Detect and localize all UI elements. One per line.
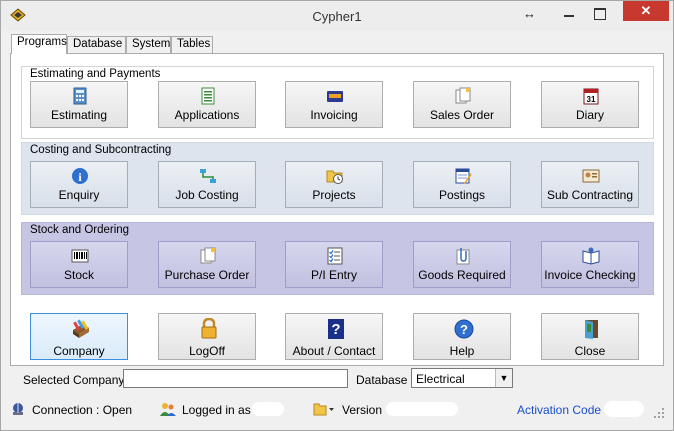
goods-required-button[interactable]: Goods Required <box>413 241 511 288</box>
activation-code-link[interactable]: Activation Code <box>517 403 601 417</box>
group-title: Estimating and Payments <box>30 68 161 80</box>
purchase-order-button[interactable]: Purchase Order <box>158 241 256 288</box>
checklist-icon <box>327 247 343 265</box>
documents-icon <box>455 87 471 104</box>
selected-company-label: Selected Company <box>23 373 125 387</box>
redacted-username <box>252 402 284 416</box>
logged-in-label: Logged in as <box>182 403 251 417</box>
folder-clock-icon <box>326 170 343 184</box>
button-label: Applications <box>174 108 240 122</box>
redacted-activation-code <box>604 401 644 417</box>
help-button[interactable]: ? Help <box>413 313 511 360</box>
maximize-button[interactable] <box>585 3 613 23</box>
group-title: Costing and Subcontracting <box>30 144 172 156</box>
spreadsheet-icon <box>201 87 215 105</box>
stock-button[interactable]: Stock <box>30 241 128 288</box>
button-label: Stock <box>63 268 94 282</box>
button-label: Help <box>449 344 475 358</box>
selected-company-field[interactable] <box>123 369 348 388</box>
group-estimating-payments: Estimating and Payments Estimating Appli… <box>21 66 654 139</box>
sub-contracting-button[interactable]: Sub Contracting <box>541 161 639 208</box>
card-file-icon <box>73 319 89 338</box>
button-label: Goods Required <box>418 268 506 282</box>
svg-text:?: ? <box>460 322 468 337</box>
tab-programs[interactable]: Programs <box>11 34 67 54</box>
about-contact-button[interactable]: ? About / Contact <box>285 313 383 360</box>
button-label: Enquiry <box>58 188 100 202</box>
button-label: Postings <box>438 188 486 202</box>
diary-button[interactable]: 31 Diary <box>541 81 639 128</box>
tab-database[interactable]: Database <box>67 36 126 53</box>
logoff-button[interactable]: LogOff <box>158 313 256 360</box>
database-select[interactable]: Electrical ▼ <box>411 368 513 388</box>
resize-arrows-icon[interactable]: ↔ <box>523 6 536 21</box>
barcode-icon <box>71 249 89 263</box>
connection-icon <box>13 403 23 415</box>
padlock-icon <box>201 318 217 339</box>
minimize-button[interactable] <box>555 3 583 23</box>
tab-system[interactable]: System <box>126 36 171 53</box>
company-button[interactable]: Company <box>30 313 128 360</box>
tab-tables[interactable]: Tables <box>171 36 213 53</box>
button-label: Projects <box>312 188 356 202</box>
status-bar: Connection : Open Logged in as Version A… <box>1 397 673 421</box>
button-label: Invoicing <box>310 108 358 122</box>
button-label: Sales Order <box>429 108 495 122</box>
enquiry-button[interactable]: i Enquiry <box>30 161 128 208</box>
button-label: Close <box>574 344 606 358</box>
calculator-icon <box>73 87 87 105</box>
button-label: Invoice Checking <box>544 268 636 282</box>
button-label: Diary <box>575 108 604 122</box>
close-window-button[interactable]: ✕ <box>623 1 669 21</box>
credit-card-icon <box>327 91 343 102</box>
projects-button[interactable]: Projects <box>285 161 383 208</box>
button-label: Company <box>53 344 105 358</box>
help-icon: ? <box>454 319 474 339</box>
documents-icon <box>200 247 216 264</box>
estimating-button[interactable]: Estimating <box>30 81 128 128</box>
ledger-pencil-icon <box>455 168 472 184</box>
users-icon <box>160 403 176 416</box>
info-icon: i <box>72 168 88 184</box>
redacted-version <box>386 402 458 416</box>
svg-text:31: 31 <box>587 95 596 104</box>
applications-button[interactable]: Applications <box>158 81 256 128</box>
version-label: Version <box>342 403 383 417</box>
group-stock-ordering: Stock and Ordering Stock Purchase Order <box>21 222 654 295</box>
open-book-icon <box>582 247 600 265</box>
door-exit-icon <box>585 320 598 339</box>
group-costing-subcontracting: Costing and Subcontracting i Enquiry Job… <box>21 142 654 215</box>
button-label: Job Costing <box>175 188 239 202</box>
button-label: Estimating <box>50 108 108 122</box>
calendar-icon: 31 <box>583 88 599 105</box>
folder-dropdown-icon[interactable] <box>313 402 335 416</box>
pi-entry-button[interactable]: P/I Entry <box>285 241 383 288</box>
close-button[interactable]: Close <box>541 313 639 360</box>
paperclip-icon <box>456 248 470 265</box>
svg-text:?: ? <box>331 321 340 338</box>
main-window: Cypher1 ↔ ✕ Programs Database System Tab… <box>0 0 674 431</box>
title-bar[interactable]: Cypher1 ↔ ✕ <box>1 1 673 31</box>
button-label: P/I Entry <box>310 268 357 282</box>
group-title: Stock and Ordering <box>30 224 130 236</box>
database-label: Database <box>356 373 408 387</box>
connection-status: Connection : Open <box>32 403 133 417</box>
button-label: LogOff <box>189 344 225 358</box>
postings-button[interactable]: Postings <box>413 161 511 208</box>
chevron-down-icon[interactable]: ▼ <box>495 369 512 387</box>
invoicing-button[interactable]: Invoicing <box>285 81 383 128</box>
question-book-icon: ? <box>328 319 344 339</box>
database-selected-value: Electrical <box>416 372 465 386</box>
resize-grip-icon[interactable] <box>653 407 665 419</box>
workflow-icon <box>200 169 216 183</box>
invoice-checking-button[interactable]: Invoice Checking <box>541 241 639 288</box>
id-card-icon <box>582 169 600 183</box>
sales-order-button[interactable]: Sales Order <box>413 81 511 128</box>
button-label: Sub Contracting <box>546 188 634 202</box>
job-costing-button[interactable]: Job Costing <box>158 161 256 208</box>
button-label: About / Contact <box>292 344 376 358</box>
button-label: Purchase Order <box>164 268 250 282</box>
